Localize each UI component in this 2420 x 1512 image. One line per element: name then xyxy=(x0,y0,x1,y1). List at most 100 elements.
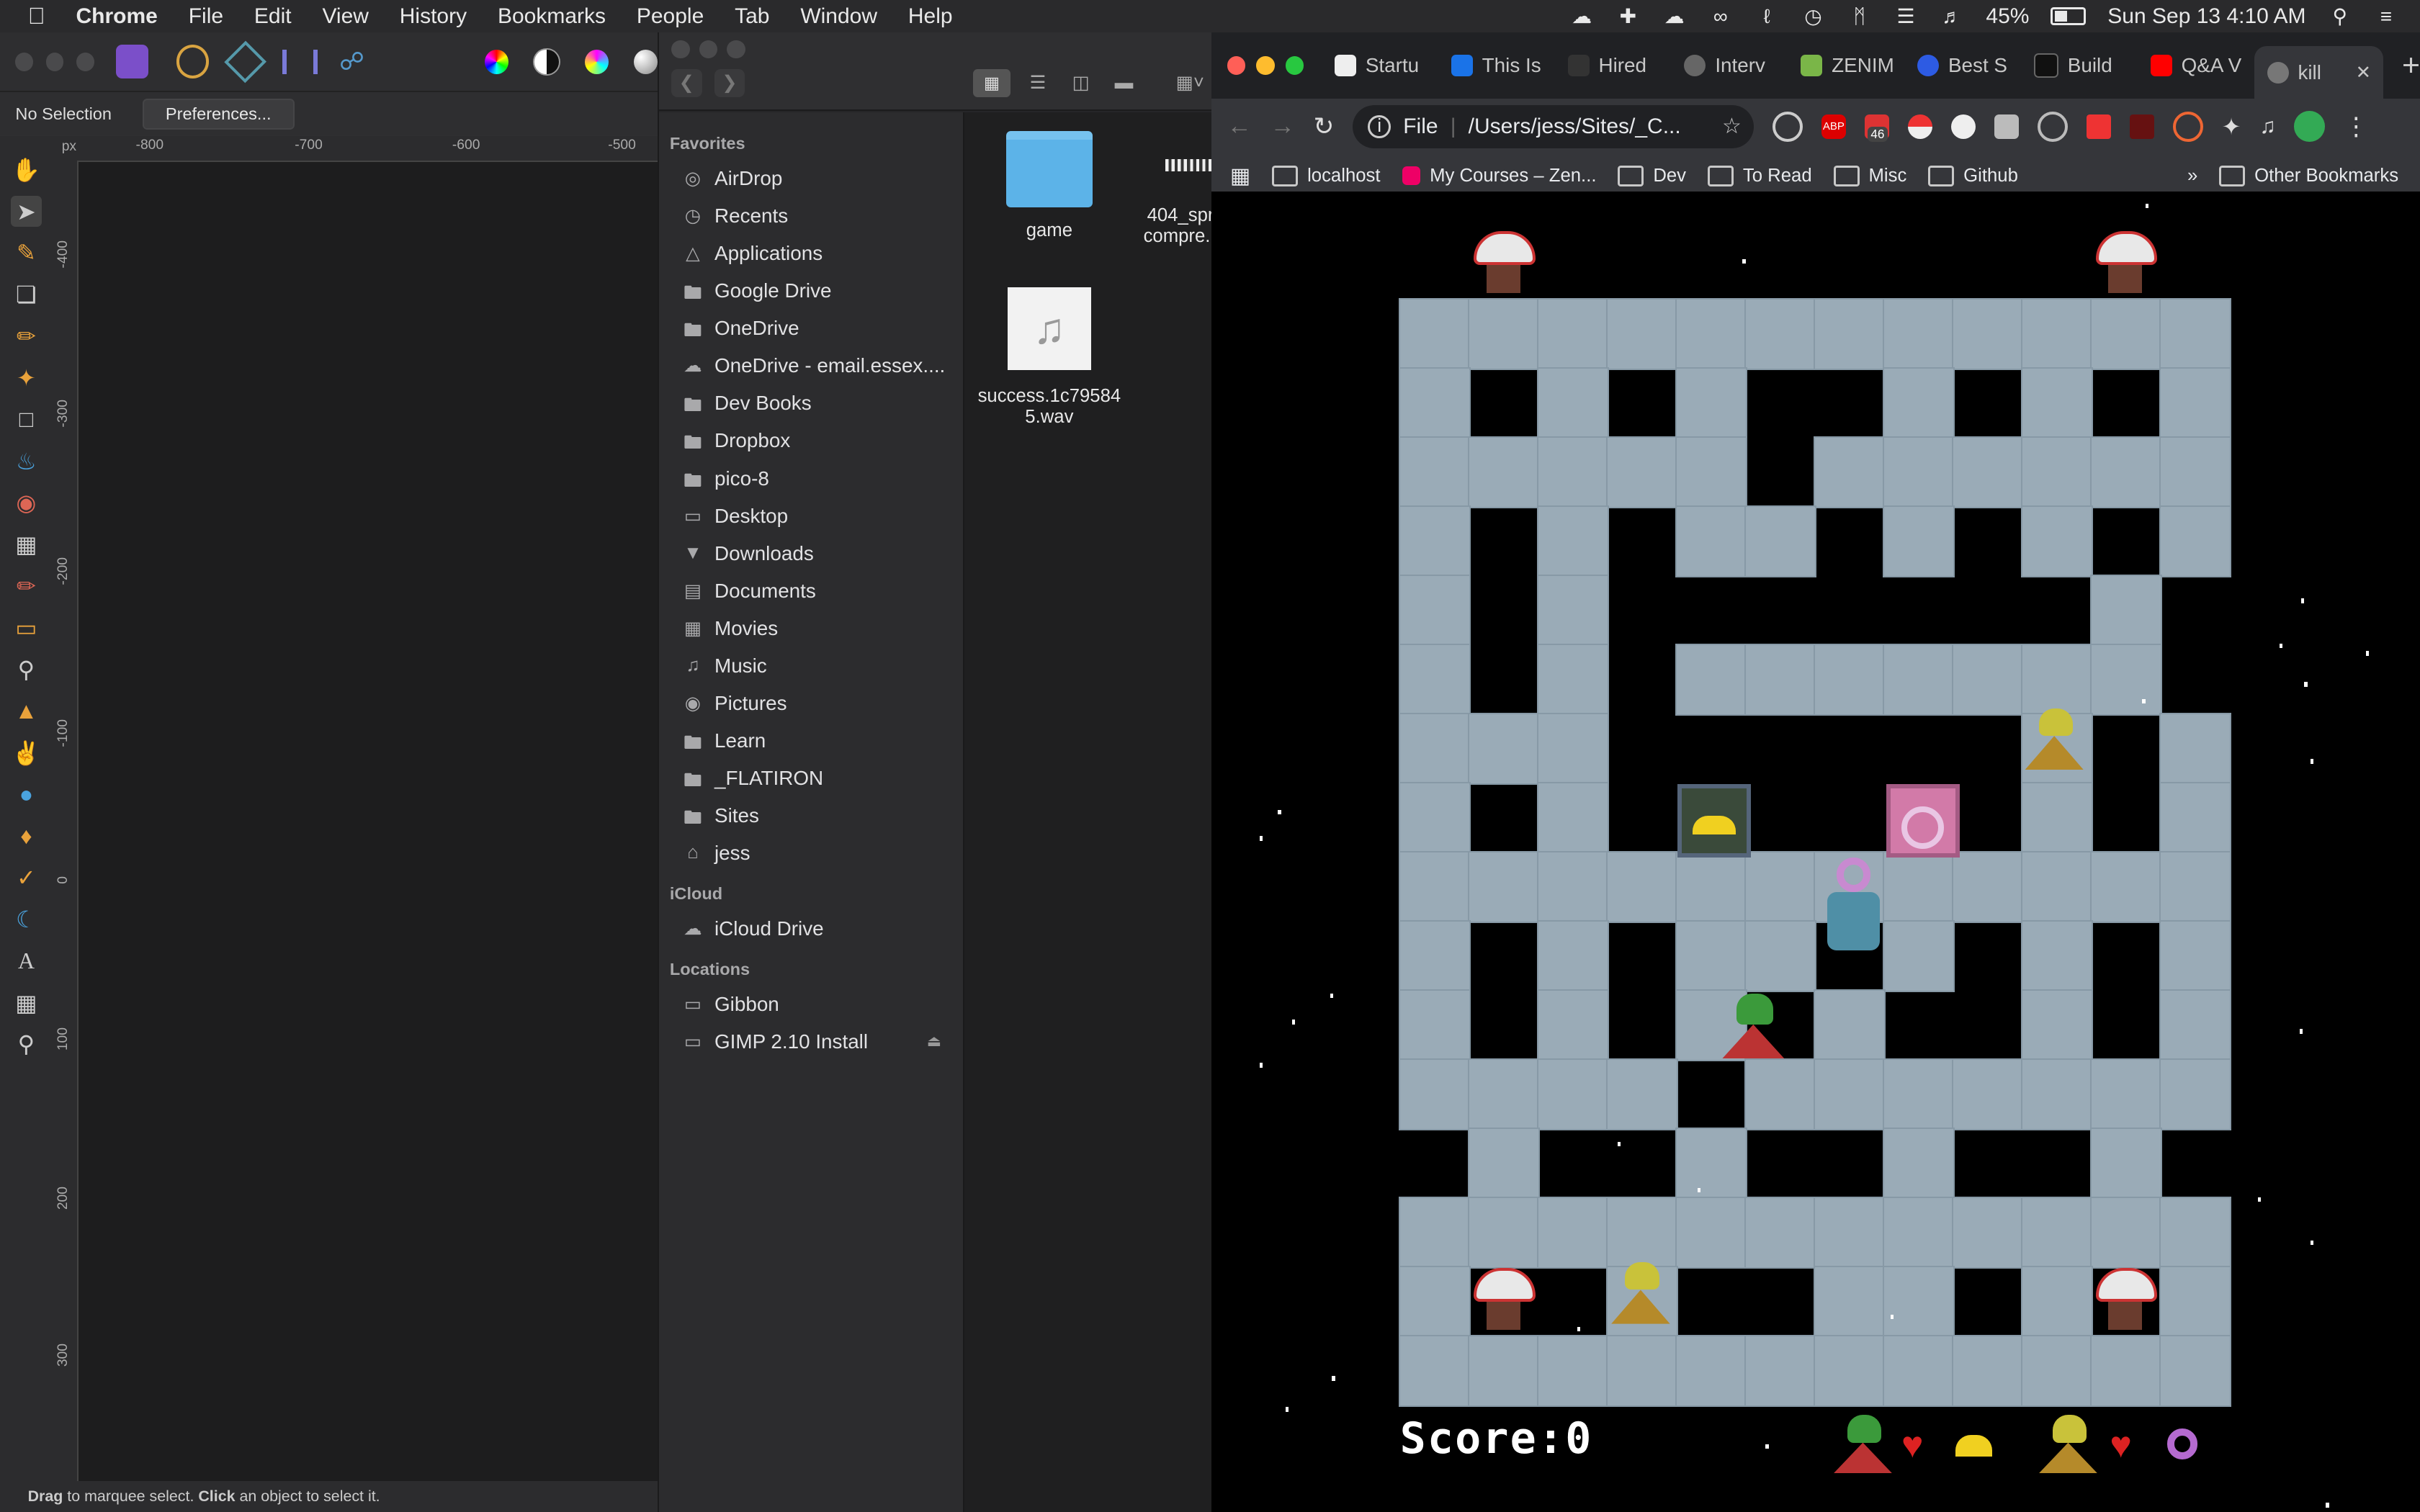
move-tool-icon[interactable]: ➤ xyxy=(11,196,42,227)
menu-file[interactable]: File xyxy=(173,4,238,29)
close-button[interactable] xyxy=(1227,56,1246,75)
adblock-icon[interactable]: ABP xyxy=(1821,114,1847,139)
sidebar-item-gibbon[interactable]: ▭ Gibbon xyxy=(659,986,963,1023)
h-extension-icon[interactable] xyxy=(2129,114,2154,139)
pixel-persona-icon[interactable] xyxy=(224,40,267,84)
bluetooth-icon[interactable]: ᛗ xyxy=(1847,5,1872,27)
magic-wand-icon[interactable]: ✦ xyxy=(11,362,42,393)
forward-arrow-icon[interactable]: → xyxy=(1270,112,1295,140)
sidebar-item-gimp-install[interactable]: ▭ GIMP 2.10 Install ⏏ xyxy=(659,1023,963,1061)
zoom-button[interactable] xyxy=(727,40,745,59)
menu-edit[interactable]: Edit xyxy=(238,4,307,29)
menu-dots-icon[interactable]: ⋮ xyxy=(2344,112,2368,141)
sidebar-item-onedrive-essex[interactable]: ☁ OneDrive - email.essex.... xyxy=(659,347,963,384)
healing-tool-icon[interactable]: ♦ xyxy=(11,821,42,852)
file-item-404-sprite[interactable]: 404_sprit compre...( xyxy=(1119,131,1227,247)
menu-bookmarks[interactable]: Bookmarks xyxy=(483,4,622,29)
bookmark-other-bookmarks[interactable]: Other Bookmarks xyxy=(2219,165,2398,187)
sidebar-item-pico-8[interactable]: 🖿 pico-8 xyxy=(659,459,963,497)
tab-qa[interactable]: Q&A V xyxy=(2138,54,2255,77)
sidebar-item-icloud-drive[interactable]: ☁ iCloud Drive xyxy=(659,910,963,948)
back-arrow-icon[interactable]: ← xyxy=(1227,112,1252,140)
game-canvas[interactable]: Score:0 ♥ ♥ xyxy=(1211,191,2420,1512)
tab-kill-active[interactable]: kill ✕ xyxy=(2254,46,2384,99)
bookmark-localhost[interactable]: localhost xyxy=(1272,165,1381,187)
sidebar-item-desktop[interactable]: ▭ Desktop xyxy=(659,498,963,535)
sidebar-item-movies[interactable]: ▦ Movies xyxy=(659,610,963,647)
tab-build[interactable]: Build xyxy=(2022,53,2138,78)
battery-icon[interactable] xyxy=(2051,6,2087,26)
color-wheel-icon[interactable] xyxy=(484,49,509,74)
zoom-lens-icon[interactable]: ⚲ xyxy=(11,654,42,685)
hand-tool-icon[interactable]: ✋ xyxy=(11,154,42,185)
apple-menu-icon[interactable]:  xyxy=(0,3,60,30)
new-tab-button[interactable]: + xyxy=(2402,48,2420,84)
crop-tool-icon[interactable]: ❏ xyxy=(11,279,42,310)
list-view-button[interactable]: ☰ xyxy=(1023,69,1054,97)
stamp-tool-icon[interactable]: ▲ xyxy=(11,696,42,726)
puzzle-plus-icon[interactable] xyxy=(2086,114,2111,139)
bookmark-dev[interactable]: Dev xyxy=(1618,165,1686,187)
blur-tool-icon[interactable]: ● xyxy=(11,779,42,810)
cloud-icon[interactable]: ☁ xyxy=(1569,5,1594,27)
minimize-button[interactable] xyxy=(45,52,64,71)
wifi-icon[interactable]: ☰ xyxy=(1894,5,1918,27)
sidebar-item-jess[interactable]: ⌂ jess xyxy=(659,834,963,872)
tab-this-is[interactable]: This Is xyxy=(1439,54,1556,77)
plus-icon[interactable]: ✚ xyxy=(1615,5,1640,27)
column-view-button[interactable]: ◫ xyxy=(1065,69,1096,97)
zoom-button[interactable] xyxy=(1285,56,1304,75)
extension-target-icon[interactable] xyxy=(1772,111,1803,142)
marquee-tool-icon[interactable]: □ xyxy=(11,404,42,435)
address-bar[interactable]: i File | /Users/jess/Sites/_C... ☆ xyxy=(1352,104,1754,148)
menu-history[interactable]: History xyxy=(384,4,482,29)
tab-best[interactable]: Best S xyxy=(1905,54,2022,77)
sidebar-item-dev-books[interactable]: 🖿 Dev Books xyxy=(659,384,963,422)
zoom-button[interactable] xyxy=(76,52,94,71)
bookmark-my-courses[interactable]: My Courses – Zen... xyxy=(1402,166,1596,186)
sidebar-item-google-drive[interactable]: 🖿 Google Drive xyxy=(659,272,963,310)
refresh-extension-icon[interactable] xyxy=(2172,111,2203,142)
sidebar-item-recents[interactable]: ◷ Recents xyxy=(659,197,963,235)
design-canvas[interactable] xyxy=(79,162,658,1482)
bookmark-github[interactable]: Github xyxy=(1928,165,2018,187)
contrast-icon[interactable] xyxy=(533,48,560,76)
smudge-tool-icon[interactable]: ✌ xyxy=(11,737,42,768)
react-devtools-icon[interactable] xyxy=(2037,111,2068,142)
apps-grid-icon[interactable]: ▦ xyxy=(1230,163,1250,189)
sidebar-item-pictures[interactable]: ◉ Pictures xyxy=(659,685,963,722)
menu-help[interactable]: Help xyxy=(892,4,968,29)
sidebar-item-applications[interactable]: △ Applications xyxy=(659,235,963,272)
fill-tool-icon[interactable]: ♨ xyxy=(11,446,42,477)
shading-icon[interactable] xyxy=(633,49,658,74)
sidebar-item-learn[interactable]: 🖿 Learn xyxy=(659,722,963,760)
time-machine-icon[interactable]: ◷ xyxy=(1801,5,1825,27)
dark-mode-icon[interactable] xyxy=(1950,114,1976,139)
volume-icon[interactable]: ♬ xyxy=(1940,5,1964,27)
script-icon[interactable]: ℓ xyxy=(1754,5,1779,27)
affinity-logo-icon[interactable] xyxy=(115,45,149,79)
file-item-game[interactable]: game xyxy=(964,131,1134,240)
tab-zenim[interactable]: ZENIM xyxy=(1788,54,1905,77)
eraser-tool-icon[interactable]: ▭ xyxy=(11,613,42,644)
app-name-menu[interactable]: Chrome xyxy=(60,4,173,29)
dodge-tool-icon[interactable]: ☾ xyxy=(11,904,42,935)
color-picker-icon[interactable]: ◉ xyxy=(11,487,42,518)
close-button[interactable] xyxy=(15,52,34,71)
file-item-success-wav[interactable]: ♫ success.1c79584 5.wav xyxy=(964,287,1134,428)
pen-tool-icon[interactable]: ✎ xyxy=(11,238,42,269)
bookmark-misc[interactable]: Misc xyxy=(1833,165,1906,187)
profile-avatar[interactable] xyxy=(2294,111,2326,143)
sidebar-item-sites[interactable]: 🖿 Sites xyxy=(659,797,963,834)
icon-view-button[interactable]: ▦ xyxy=(973,69,1010,97)
sidebar-item-onedrive[interactable]: 🖿 OneDrive xyxy=(659,310,963,347)
info-icon[interactable]: i xyxy=(1368,114,1392,138)
spotlight-search-icon[interactable]: ⚲ xyxy=(2328,5,2352,27)
more-bookmarks-icon[interactable]: » xyxy=(2187,166,2197,186)
paint-brush-icon[interactable]: ✏ xyxy=(11,571,42,602)
menu-view[interactable]: View xyxy=(307,4,384,29)
vector-pen-icon[interactable]: ✓ xyxy=(11,863,42,894)
group-by-button[interactable]: ▦˅ xyxy=(1167,69,1213,97)
minimize-button[interactable] xyxy=(699,40,718,59)
brush-tool-icon[interactable]: ✏ xyxy=(11,321,42,352)
